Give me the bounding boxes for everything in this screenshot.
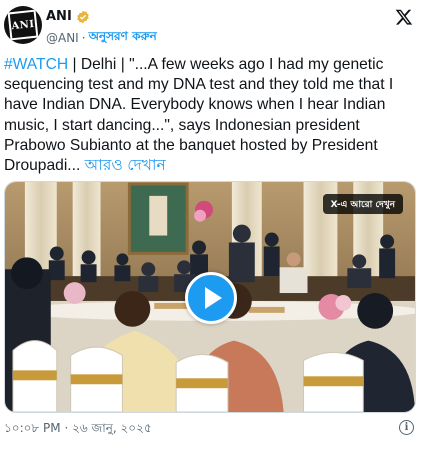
- video-player[interactable]: X-এ আরো দেখুন: [4, 181, 416, 413]
- ani-logo: ANI: [7, 9, 39, 41]
- handle[interactable]: @ANI: [46, 31, 79, 45]
- logo-text: ANI: [10, 18, 36, 32]
- handle-row: @ANI · অনুসরণ করুন: [46, 28, 157, 48]
- author-name-row: ANI: [46, 9, 90, 24]
- tweet-body: | Delhi | "...A few weeks ago I had my g…: [4, 56, 394, 175]
- play-button[interactable]: [185, 272, 237, 324]
- x-logo-icon[interactable]: [395, 8, 413, 26]
- separator-dot: ·: [81, 31, 86, 45]
- hashtag-link[interactable]: #WATCH: [4, 56, 68, 73]
- follow-button[interactable]: অনুসরণ করুন: [89, 28, 157, 48]
- timestamp[interactable]: ১০:০৮ PM · ২৬ জানু, ২০২৫: [4, 420, 152, 440]
- info-icon[interactable]: i: [399, 420, 414, 435]
- play-icon: [205, 287, 222, 309]
- tweet-text: #WATCH | Delhi | "...A few weeks ago I h…: [4, 55, 419, 176]
- watch-on-x-button[interactable]: X-এ আরো দেখুন: [322, 194, 403, 214]
- show-more-link[interactable]: আরও দেখান: [85, 157, 166, 174]
- avatar[interactable]: ANI: [4, 6, 42, 44]
- verified-badge-icon: [76, 10, 89, 23]
- display-name[interactable]: ANI: [46, 9, 72, 24]
